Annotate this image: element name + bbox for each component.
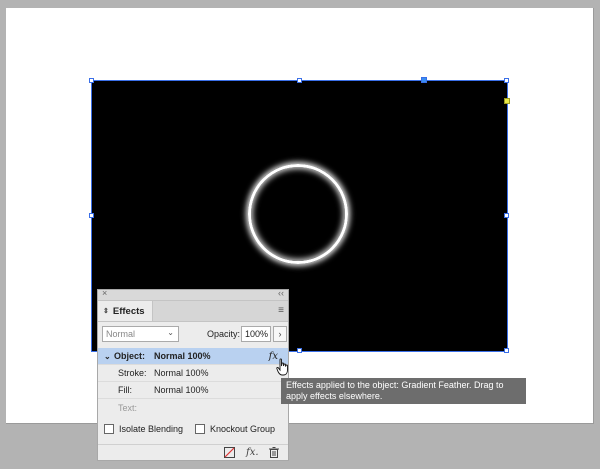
- hand-cursor-icon: [276, 358, 288, 376]
- knockout-group-checkbox[interactable]: Knockout Group: [195, 424, 275, 434]
- object-value: Normal 100%: [154, 351, 211, 361]
- fx-menu-icon[interactable]: fx.: [246, 447, 259, 458]
- blend-opacity-row: Normal ⌄ Opacity: 100% ›: [102, 326, 287, 344]
- text-label: Text:: [118, 402, 138, 413]
- opacity-label: Opacity:: [207, 329, 241, 339]
- tab-effects[interactable]: ⇕ Effects: [98, 301, 153, 321]
- effect-row-stroke[interactable]: Stroke: Normal 100%: [98, 365, 288, 382]
- opacity-slider-button[interactable]: ›: [273, 326, 287, 342]
- clear-effects-icon[interactable]: [224, 447, 235, 461]
- opacity-value: 100%: [245, 329, 269, 339]
- isolate-blending-checkbox[interactable]: Isolate Blending: [104, 424, 183, 434]
- effect-row-object[interactable]: ⌄ Object: Normal 100% fx: [98, 348, 288, 365]
- panel-title-bar[interactable]: × ‹‹: [98, 288, 288, 301]
- fill-value: Normal 100%: [154, 385, 209, 395]
- chevron-down-icon: ⌄: [167, 328, 174, 337]
- knockout-group-label: Knockout Group: [210, 424, 276, 434]
- close-icon[interactable]: ×: [102, 288, 107, 298]
- handle-middle-right[interactable]: [504, 213, 509, 218]
- panel-bottom-bar: fx.: [98, 444, 288, 461]
- blend-mode-select[interactable]: Normal ⌄: [102, 326, 179, 342]
- stroke-value: Normal 100%: [154, 368, 209, 378]
- panel-menu-icon[interactable]: ≡: [278, 305, 284, 316]
- updown-arrow-icon: ⇕: [103, 308, 109, 315]
- options-row: Isolate Blending Knockout Group: [104, 424, 284, 438]
- opacity-input[interactable]: 100%: [241, 326, 271, 342]
- panel-tab-bar: ⇕ Effects ≡: [98, 301, 288, 322]
- trash-icon[interactable]: [269, 447, 279, 461]
- object-label: Object:: [114, 351, 146, 361]
- handle-middle-left[interactable]: [89, 213, 94, 218]
- handle-top-left[interactable]: [89, 78, 94, 83]
- handle-bottom-center[interactable]: [297, 348, 302, 353]
- stroke-label: Stroke:: [118, 368, 147, 378]
- blend-mode-value: Normal: [106, 329, 136, 339]
- handle-top-center[interactable]: [297, 78, 302, 83]
- fill-label: Fill:: [118, 385, 132, 395]
- effects-panel: × ‹‹ ⇕ Effects ≡ Normal ⌄ Opacity: 100% …: [97, 288, 289, 461]
- glowing-circle[interactable]: [248, 164, 348, 264]
- tab-effects-label: Effects: [112, 305, 145, 317]
- handle-bottom-right[interactable]: [504, 348, 509, 353]
- checkbox-icon: [104, 424, 114, 434]
- live-corner-handle[interactable]: [504, 98, 510, 104]
- chevron-down-icon[interactable]: ⌄: [104, 352, 111, 361]
- checkbox-icon: [195, 424, 205, 434]
- effect-row-text: Text:: [98, 399, 288, 416]
- isolate-blending-label: Isolate Blending: [119, 424, 184, 434]
- effect-row-fill[interactable]: Fill: Normal 100%: [98, 382, 288, 399]
- handle-top-right[interactable]: [504, 78, 509, 83]
- collapse-icon[interactable]: ‹‹: [278, 288, 284, 298]
- fx-tooltip: Effects applied to the object: Gradient …: [281, 378, 526, 404]
- handle-top-center-right[interactable]: [421, 77, 427, 83]
